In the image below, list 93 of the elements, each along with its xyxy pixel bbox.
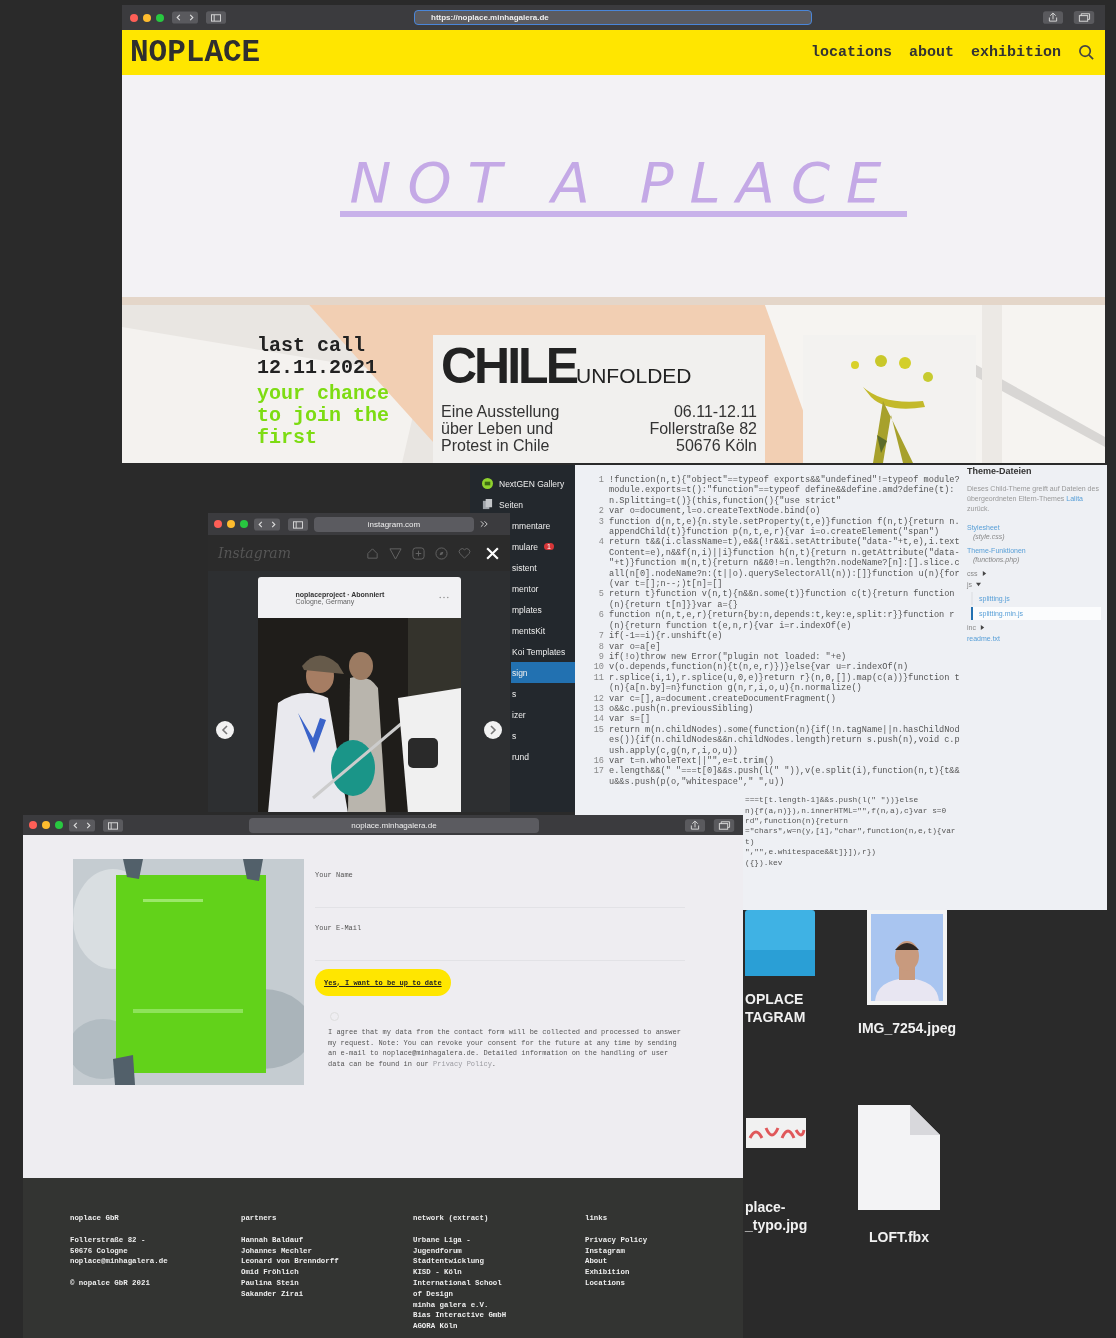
file-name: IMG_7254.jpeg: [858, 1019, 957, 1037]
event-tagline: your chance to join the first: [257, 383, 391, 449]
code-line: function n(n,t,e,r){return{by:n,depends:t,key:e,split:r}}function r(n){return function t(e,n,r){var i=r.indexOf(e): [609, 610, 956, 631]
line-number: 5: [597, 589, 605, 602]
sidebar-icon[interactable]: [206, 11, 226, 24]
line-number: 9: [597, 651, 605, 663]
code-line: !function(n,t){"object"==typeof exports&&"undefined"!=typeof module?module.exports=t():"function"==typeof define&&define.amd?define(t):n.Splitting=t()}(this,function(){"use strict": [609, 475, 961, 506]
menu-item[interactable]: mentsKit: [511, 620, 575, 641]
code-line: function d(n,t,e){n.style.setProperty(t,e)}function f(n,t){return n.appendChild(t)}function p(n,t,e,r){var i=o.createElement("span"): [609, 516, 961, 538]
menu-item[interactable]: mentor: [511, 578, 575, 599]
line-number: 14: [592, 714, 605, 725]
site-logo[interactable]: NOPLACE: [130, 35, 261, 70]
menu-item[interactable]: NextGEN Gallery: [470, 473, 575, 494]
file-name: place- _typo.jpg: [745, 1198, 808, 1234]
back-icon[interactable]: [69, 818, 95, 832]
menu-item[interactable]: s: [511, 683, 575, 704]
line-number: 16: [592, 755, 605, 767]
sidebar-heading: Theme-Dateien: [967, 466, 1033, 476]
minimize-window-icon[interactable]: [227, 520, 235, 528]
exhibition-title: CHILE: [441, 341, 576, 391]
line-number: 2: [597, 506, 605, 517]
line-number: 15: [592, 724, 605, 737]
close-window-icon[interactable]: [130, 13, 138, 22]
sidebar-icon[interactable]: [288, 517, 308, 531]
code-line: var o=a[e]: [609, 641, 662, 652]
gallery-icon: [482, 478, 493, 489]
nav-link[interactable]: about: [908, 44, 954, 61]
code-line: if(-1==i){r.unshift(e): [609, 631, 724, 642]
exhibition-card[interactable]: CHILEUNFOLDED Eine Ausstellung über Leben und Protest in Chile 06.11-12.11 Follerstraße 82 50676 Köln: [433, 335, 765, 463]
code-line: o&&c.push(n.previousSibling): [609, 703, 755, 714]
code-line: r.splice(i,1),r.splice(u,0,e)}return r}(n,0,[]).map(c(a))}function t(n){a[n.by]=n}function g(n,r,i,o,u){n.normalize(): [609, 672, 961, 694]
sidebar-icon[interactable]: [103, 818, 123, 832]
minimize-window-icon[interactable]: [143, 13, 151, 22]
menu-item[interactable]: mplates: [511, 599, 575, 620]
tabs-icon[interactable]: [1071, 11, 1097, 24]
address-bar[interactable]: noplace.minhagalera.de: [249, 817, 539, 833]
menu-item[interactable]: rund: [511, 746, 575, 767]
share-icon[interactable]: [1043, 11, 1063, 24]
back-icon[interactable]: [172, 11, 198, 24]
menu-item[interactable]: sistent: [511, 557, 575, 578]
pages-icon: [482, 499, 493, 510]
line-number: 8: [597, 641, 605, 652]
zoom-window-icon[interactable]: [55, 821, 63, 829]
file-name: LOFT.fbx: [869, 1228, 929, 1246]
file-icon[interactable]: [858, 1105, 940, 1210]
line-number: 10: [592, 662, 605, 673]
code-line: var c=[],a=document.createDocumentFragment(): [609, 693, 837, 704]
menu-item[interactable]: sign: [511, 662, 575, 683]
close-window-icon[interactable]: [29, 821, 37, 829]
code-line: v(o.depends,function(n){t(n,e,r)})}else{var u=r.indexOf(n): [609, 662, 910, 673]
hero-title: NOT A PLACE: [339, 155, 908, 217]
line-number: 7: [597, 631, 605, 642]
nav-link[interactable]: exhibition: [971, 44, 1061, 61]
code-line: e.length&&(" "===t[0]&&s.push(l(" ")),v(e.split(i),function(n,t){t&&u&&s.push(p(o,"whitespace"," ",u)): [609, 766, 961, 788]
line-number: 1: [597, 475, 605, 487]
code-line: return m(n.childNodes).some(function(n){if(!n.tagName||n.hasChildNodes()){if(n.childNodes&&n.childNodes.length)return s.push(n),void c.push.apply(c,g(n,r,i,o,u)): [609, 724, 961, 756]
line-number: 11: [592, 672, 605, 685]
caret-icon: [979, 625, 985, 630]
line-number: 3: [597, 516, 605, 529]
code-line: if(!o)throw new Error("plugin not loaded: "+e): [609, 651, 848, 662]
exhibition-description: Eine Ausstellung über Leben und Protest in Chile: [441, 403, 560, 454]
code-line: var o=document,l=o.createTextNode.bind(o): [609, 506, 822, 517]
previous-icon[interactable]: [216, 721, 234, 739]
menu-item[interactable]: Koi Templates: [511, 641, 575, 662]
line-number: 17: [592, 766, 605, 779]
menu-item[interactable]: s: [511, 725, 575, 746]
menu-item[interactable]: izer: [511, 704, 575, 725]
file-name: OPLACE TAGRAM: [745, 990, 806, 1026]
code-line: var t=n.wholeText||"",e=t.trim(): [609, 755, 776, 766]
address-bar[interactable]: https://noplace.minhagalera.de: [414, 10, 812, 25]
minimize-window-icon[interactable]: [42, 821, 50, 829]
code-line: var s=[]: [609, 714, 652, 725]
zoom-window-icon[interactable]: [156, 13, 164, 22]
nav-link[interactable]: locations: [810, 44, 892, 61]
menu-item[interactable]: Seiten: [470, 494, 575, 515]
tabs-icon[interactable]: [711, 818, 737, 832]
address-bar[interactable]: instagram.com: [314, 516, 474, 532]
line-number: 4: [597, 537, 605, 550]
line-number: 13: [592, 703, 605, 715]
chevrons-icon[interactable]: [480, 520, 489, 528]
close-icon[interactable]: [485, 545, 500, 561]
zoom-window-icon[interactable]: [240, 520, 248, 528]
exhibition-subtitle: UNFOLDED: [576, 364, 692, 388]
share-icon[interactable]: [685, 818, 705, 832]
close-window-icon[interactable]: [214, 520, 222, 528]
menu-item[interactable]: mmentare: [511, 515, 575, 536]
event-headline: last call 12.11.2021: [257, 335, 379, 379]
back-icon[interactable]: [254, 517, 280, 531]
search-icon[interactable]: [1078, 44, 1095, 61]
line-number: 6: [597, 610, 605, 623]
exhibition-details: 06.11-12.11 Follerstraße 82 50676 Köln: [649, 403, 757, 454]
line-number: 12: [592, 693, 605, 704]
next-icon[interactable]: [484, 721, 502, 739]
